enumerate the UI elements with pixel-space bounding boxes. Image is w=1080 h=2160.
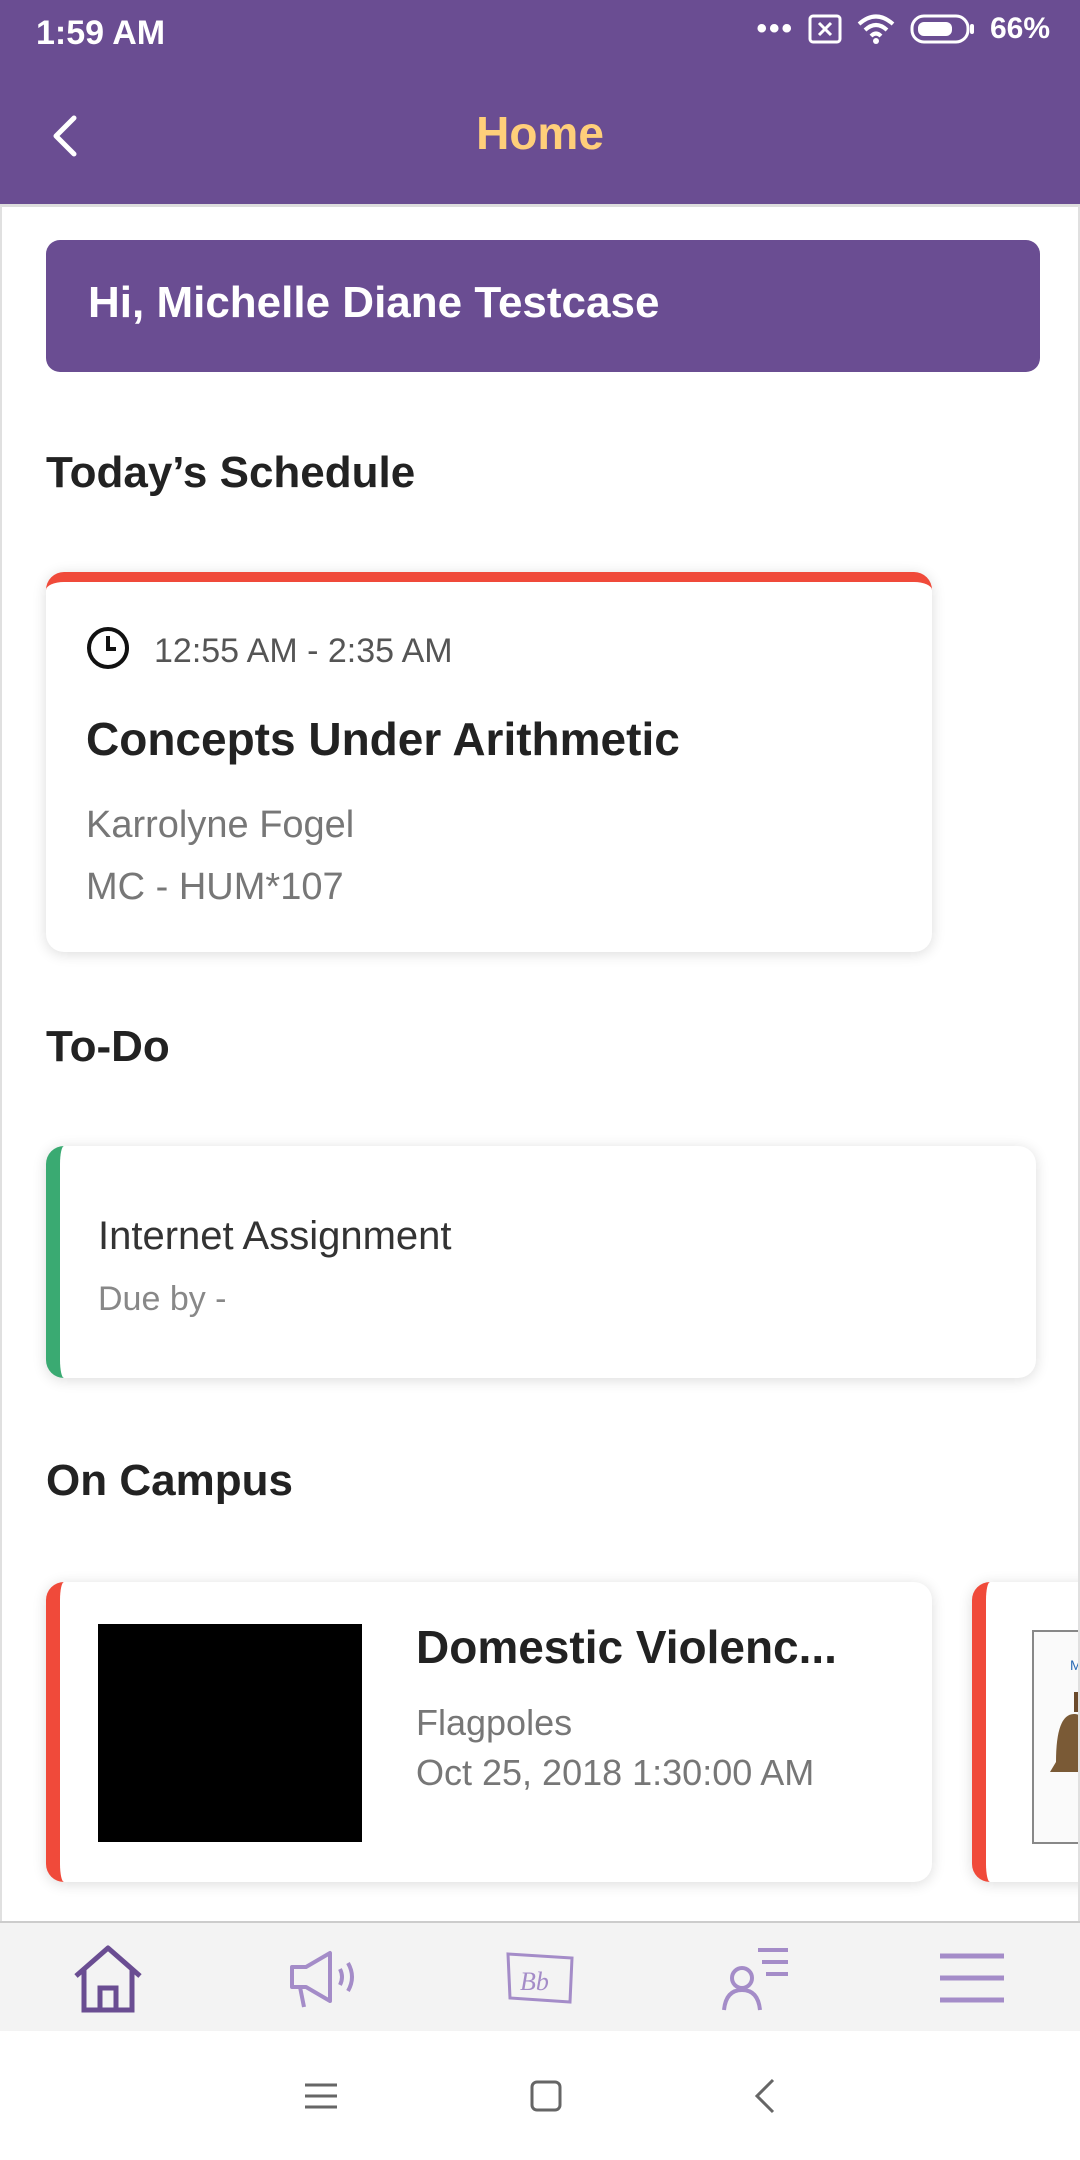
status-bar: 1:59 AM ••• 66% <box>0 0 1080 68</box>
nav-announcements[interactable] <box>279 1933 369 2023</box>
clock-icon <box>87 627 129 669</box>
page-title: Home <box>476 107 604 159</box>
event-title: Domestic Violenc... <box>416 1621 837 1673</box>
blackboard-icon: Bb <box>506 1952 574 2004</box>
status-time: 1:59 AM <box>36 14 166 52</box>
system-nav-bar <box>0 2031 1080 2160</box>
wifi-icon <box>857 14 895 44</box>
system-back-icon[interactable] <box>753 2077 777 2115</box>
campus-event-card-next[interactable]: M <box>972 1582 1080 1882</box>
campus-event-card[interactable]: Domestic Violenc... Flagpoles Oct 25, 20… <box>46 1582 932 1882</box>
more-dots-icon: ••• <box>756 12 794 45</box>
event-poster-image: M <box>1032 1630 1080 1844</box>
megaphone-icon <box>290 1951 354 2008</box>
event-location: Flagpoles <box>416 1702 573 1743</box>
battery-icon <box>910 14 974 44</box>
svg-text:Bb: Bb <box>520 1967 549 1996</box>
campus-section-title: On Campus <box>46 1456 293 1505</box>
greeting-banner: Hi, Michelle Diane Testcase <box>46 240 1040 372</box>
event-image <box>98 1624 362 1842</box>
todo-card[interactable]: Internet Assignment Due by - <box>46 1146 1036 1378</box>
bell-icon: M <box>1050 1657 1080 1772</box>
app-bar: Home <box>0 68 1080 207</box>
profile-list-icon <box>722 1948 788 2011</box>
schedule-time-range: 12:55 AM - 2:35 AM <box>154 632 453 670</box>
schedule-section-title: Today’s Schedule <box>46 448 416 497</box>
menu-icon <box>940 1953 1004 2003</box>
event-date: Oct 25, 2018 1:30:00 AM <box>416 1752 815 1793</box>
recent-apps-icon[interactable] <box>303 2081 339 2111</box>
schedule-instructor: Karrolyne Fogel <box>86 804 355 846</box>
schedule-card[interactable]: 12:55 AM - 2:35 AM Concepts Under Arithm… <box>46 572 932 952</box>
nav-menu[interactable] <box>927 1933 1017 2023</box>
todo-item-title: Internet Assignment <box>98 1214 452 1258</box>
schedule-course-title: Concepts Under Arithmetic <box>86 713 680 765</box>
nav-blackboard[interactable]: Bb <box>495 1933 585 2023</box>
status-icons: ••• 66% <box>756 12 1050 46</box>
home-content[interactable]: Hi, Michelle Diane Testcase Today’s Sche… <box>0 206 1080 1921</box>
schedule-location: MC - HUM*107 <box>86 866 344 908</box>
notification-x-icon <box>808 14 842 44</box>
svg-text:M: M <box>1070 1657 1080 1673</box>
todo-item-due: Due by - <box>98 1280 227 1318</box>
todo-section-title: To-Do <box>46 1022 170 1071</box>
nav-home[interactable] <box>63 1933 153 2023</box>
system-home-icon[interactable] <box>529 2079 563 2113</box>
home-icon <box>74 1945 142 2013</box>
bottom-nav: Bb <box>0 1921 1080 2033</box>
nav-profile[interactable] <box>711 1933 801 2023</box>
battery-percent: 66% <box>989 12 1050 45</box>
